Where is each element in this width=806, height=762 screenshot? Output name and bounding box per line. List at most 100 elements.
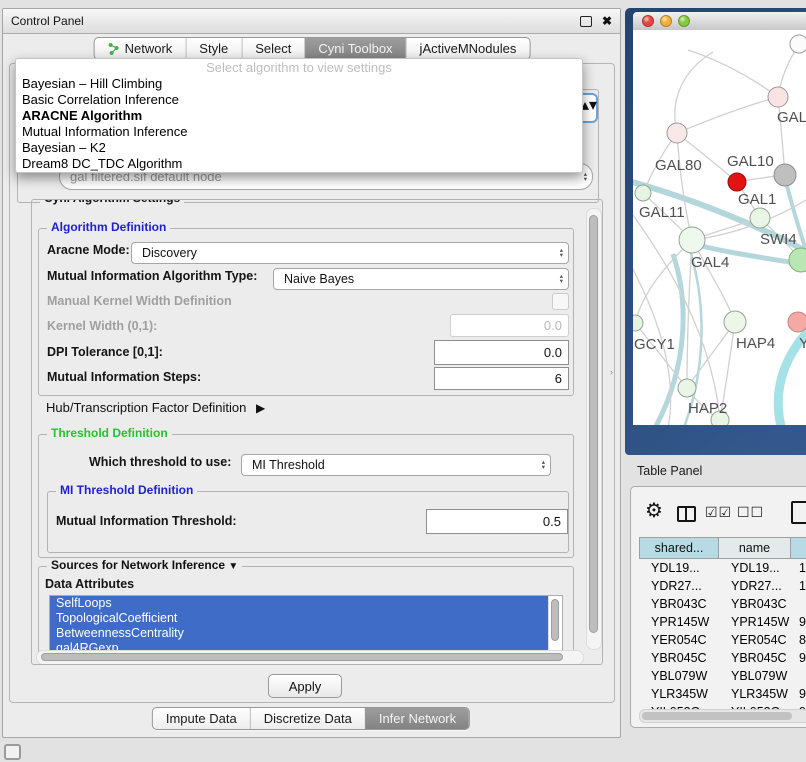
table-cell: 9.: [791, 651, 806, 665]
network-node[interactable]: [768, 87, 788, 107]
tab-infer-network[interactable]: Infer Network: [365, 708, 469, 729]
tab-cyni-toolbox[interactable]: Cyni Toolbox: [304, 38, 405, 59]
mi-threshold-group: MI Threshold Definition Mutual Informati…: [47, 491, 569, 553]
node-label-gal7: GAL7: [777, 109, 806, 126]
network-node[interactable]: [678, 379, 696, 397]
split-columns-icon[interactable]: [677, 506, 696, 522]
table-row[interactable]: YBL079WYBL079W: [639, 667, 806, 685]
sources-group: Sources for Network Inference ▼ Data Att…: [38, 566, 574, 662]
minimize-traffic-light[interactable]: [660, 15, 672, 27]
select-all-columns-icon[interactable]: ☑☑: [705, 504, 732, 521]
collapsed-arrow-icon: ▶: [256, 401, 265, 415]
network-node[interactable]: [790, 35, 806, 53]
table-cell: 12: [791, 579, 806, 593]
panel-splitter-handle[interactable]: ›: [610, 367, 613, 377]
control-panel-title: Control Panel: [11, 14, 84, 28]
dropdown-item-bayesian-hill-climbing[interactable]: Bayesian – Hill Climbing: [16, 76, 582, 92]
table-row[interactable]: YPR145WYPR145W9.: [639, 613, 806, 631]
dropdown-item-aracne-algorithm[interactable]: ARACNE Algorithm: [16, 108, 582, 124]
network-view-window[interactable]: GAL7GAL80GAL10GAL1GAL11SWI4GAL4GCY1HAP4Y…: [625, 8, 806, 455]
column-header-a[interactable]: A: [791, 537, 806, 559]
kernel-width-field[interactable]: 0.0: [450, 314, 569, 337]
table-row[interactable]: YLR345WYLR345W9.: [639, 685, 806, 703]
network-node[interactable]: [633, 315, 643, 331]
network-edge[interactable]: [683, 250, 702, 425]
network-edge[interactable]: [677, 133, 692, 240]
kernel-width-label: Kernel Width (0,1):: [47, 319, 157, 333]
mi-type-combo[interactable]: Naive Bayes ▴▾: [273, 268, 569, 290]
dropdown-item-basic-correlation-inference[interactable]: Basic Correlation Inference: [16, 92, 582, 108]
attribute-item-selfloops[interactable]: SelfLoops: [50, 596, 549, 611]
aracne-mode-combo[interactable]: Discovery ▴▾: [131, 242, 569, 264]
settings-gear-icon[interactable]: ⚙: [645, 501, 663, 521]
network-node[interactable]: [788, 312, 806, 332]
node-label-hap2: HAP2: [688, 400, 727, 417]
which-threshold-combo[interactable]: MI Threshold ▴▾: [241, 454, 551, 476]
table-cell: YDR27...: [719, 579, 791, 593]
close-icon[interactable]: ✖: [602, 15, 612, 27]
network-edge[interactable]: [688, 50, 778, 97]
unselect-all-columns-icon[interactable]: ☐☐: [737, 504, 764, 521]
node-label-gal1: GAL1: [738, 191, 776, 208]
network-node[interactable]: [635, 185, 651, 201]
desktop: { "control_panel": { "title": "Control P…: [0, 0, 806, 762]
network-window-titlebar[interactable]: [633, 12, 806, 31]
table-row[interactable]: YDL19...YDL19...13: [639, 559, 806, 577]
attribute-item-topologicalcoefficient[interactable]: TopologicalCoefficient: [50, 611, 549, 626]
attributes-list-scrollbar[interactable]: [548, 596, 562, 658]
column-header-name[interactable]: name: [719, 537, 791, 559]
network-node[interactable]: [750, 208, 770, 228]
tab-select[interactable]: Select: [241, 38, 304, 59]
table-cell: 9.: [791, 615, 806, 629]
network-edge[interactable]: [677, 97, 778, 133]
node-label-hap4: HAP4: [736, 335, 775, 352]
mi-steps-field[interactable]: 6: [434, 367, 569, 390]
mi-threshold-field[interactable]: 0.5: [426, 509, 568, 534]
network-node[interactable]: [724, 311, 746, 333]
table-horizontal-scrollbar[interactable]: [639, 709, 806, 723]
network-node[interactable]: [679, 227, 705, 253]
table-cell: YPR145W: [639, 615, 719, 629]
algorithm-combo-fragment[interactable]: ▴▾: [581, 93, 598, 123]
dropdown-item-mutual-information-inference[interactable]: Mutual Information Inference: [16, 124, 582, 140]
table-cell: YDL19...: [639, 561, 719, 575]
table-cell: YBL079W: [719, 669, 791, 683]
tab-network[interactable]: Network: [95, 38, 186, 59]
table-row[interactable]: YBR043CYBR043C: [639, 595, 806, 613]
table-row[interactable]: YBR045CYBR045C9.: [639, 649, 806, 667]
apply-button[interactable]: Apply: [268, 674, 342, 698]
dropdown-item-dream8-dc-tdc-algorithm[interactable]: Dream8 DC_TDC Algorithm: [16, 156, 582, 172]
close-traffic-light[interactable]: [642, 15, 654, 27]
network-node[interactable]: [728, 173, 746, 191]
cyni-algorithm-settings-group: Cyni Algorithm Settings Algorithm Defini…: [31, 199, 603, 665]
settings-horizontal-scrollbar[interactable]: [36, 650, 584, 665]
tab-discretize-data[interactable]: Discretize Data: [250, 708, 365, 729]
dropdown-item-bayesian-k2[interactable]: Bayesian – K2: [16, 140, 582, 156]
new-table-icon[interactable]: [791, 501, 806, 524]
tab-impute-data[interactable]: Impute Data: [153, 708, 250, 729]
table-cell: 9.: [791, 687, 806, 701]
column-header-shared[interactable]: shared...: [639, 537, 719, 559]
algorithm-definition-group: Algorithm Definition Aracne Mode: Discov…: [38, 228, 574, 396]
zoom-traffic-light[interactable]: [678, 15, 690, 27]
dock-panel-icon[interactable]: [4, 744, 21, 760]
table-cell: 13: [791, 561, 806, 575]
table-row[interactable]: YDR27...YDR27...12: [639, 577, 806, 595]
network-node[interactable]: [667, 123, 687, 143]
manual-kernel-checkbox[interactable]: [552, 293, 569, 310]
network-canvas[interactable]: GAL7GAL80GAL10GAL1GAL11SWI4GAL4GCY1HAP4Y…: [633, 30, 806, 425]
hub-definition-toggle[interactable]: Hub/Transcription Factor Definition ▶: [46, 400, 265, 415]
table-cell: YDR27...: [639, 579, 719, 593]
sources-group-title[interactable]: Sources for Network Inference ▼: [47, 558, 242, 572]
table-row[interactable]: YER054CYER054C8.: [639, 631, 806, 649]
dpi-tolerance-field[interactable]: 0.0: [434, 340, 569, 365]
settings-vertical-scrollbar[interactable]: [586, 208, 602, 650]
network-node[interactable]: [774, 164, 796, 186]
attribute-item-betweennesscentrality[interactable]: BetweennessCentrality: [50, 626, 549, 641]
tab-jactivemnodules[interactable]: jActiveMNodules: [406, 38, 530, 59]
tab-style[interactable]: Style: [185, 38, 241, 59]
float-window-icon[interactable]: [580, 16, 592, 27]
network-edge[interactable]: [687, 322, 735, 388]
which-threshold-label: Which threshold to use:: [89, 455, 231, 469]
network-node[interactable]: [789, 248, 806, 272]
